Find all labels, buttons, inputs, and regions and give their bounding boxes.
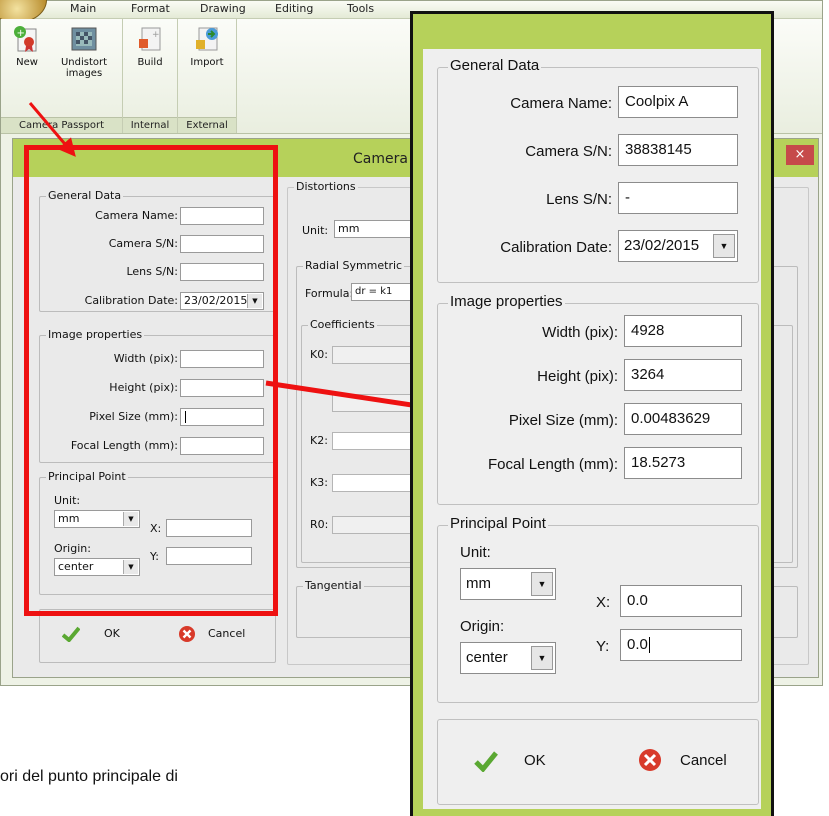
- chevron-down-icon[interactable]: ▼: [713, 234, 735, 258]
- zoom-pixel-size-label: Pixel Size (mm):: [508, 412, 618, 429]
- zoom-origin-select[interactable]: center ▼: [460, 642, 556, 674]
- zoom-general-data-title: General Data: [448, 57, 542, 74]
- zoom-y-value: 0.0: [627, 636, 648, 653]
- zoom-principal-point-title: Principal Point: [448, 515, 548, 532]
- zoomed-form: General Data Camera Name: Coolpix A Came…: [423, 49, 761, 809]
- zoomed-panel: General Data Camera Name: Coolpix A Came…: [410, 11, 774, 816]
- zoom-camera-name-input[interactable]: Coolpix A: [618, 86, 738, 118]
- zoom-lens-sn-label: Lens S/N:: [546, 191, 612, 208]
- zoom-principal-point-group: Principal Point Unit: mm ▼ X: 0.0 Origin:…: [437, 515, 759, 703]
- zoom-calibration-date-value: 23/02/2015: [624, 237, 700, 254]
- zoom-camera-sn-input[interactable]: 38838145: [618, 134, 738, 166]
- zoom-ok-button[interactable]: OK: [474, 744, 584, 778]
- zoom-lens-sn-input[interactable]: -: [618, 182, 738, 214]
- arrow-to-dialog: [28, 102, 76, 157]
- zoom-height-label: Height (pix):: [537, 368, 618, 385]
- zoom-cancel-button[interactable]: Cancel: [638, 744, 748, 778]
- zoom-unit-value: mm: [466, 575, 491, 592]
- zoom-x-input[interactable]: 0.0: [620, 585, 742, 617]
- zoom-image-properties-group: Image properties Width (pix): 4928 Heigh…: [437, 293, 759, 505]
- zoom-calibration-date-label: Calibration Date:: [500, 239, 612, 256]
- zoom-width-label: Width (pix):: [542, 324, 618, 341]
- zoom-buttons-group: OK Cancel: [437, 719, 759, 805]
- chevron-down-icon[interactable]: ▼: [531, 572, 553, 596]
- text-caret: [648, 637, 650, 654]
- zoom-unit-select[interactable]: mm ▼: [460, 568, 556, 600]
- zoom-x-label: X:: [596, 594, 611, 611]
- zoom-y-label: Y:: [596, 638, 610, 655]
- zoom-general-data-group: General Data Camera Name: Coolpix A Came…: [437, 57, 759, 283]
- zoom-image-properties-title: Image properties: [448, 293, 565, 310]
- zoom-unit-label: Unit:: [460, 544, 491, 561]
- zoom-height-input[interactable]: 3264: [624, 359, 742, 391]
- zoom-y-input[interactable]: 0.0: [620, 629, 742, 661]
- zoom-cancel-label: Cancel: [680, 752, 727, 769]
- zoom-camera-name-label: Camera Name:: [510, 95, 612, 112]
- chevron-down-icon[interactable]: ▼: [531, 646, 553, 670]
- zoom-calibration-date-picker[interactable]: 23/02/2015 ▼: [618, 230, 738, 262]
- zoom-origin-value: center: [466, 649, 508, 666]
- zoom-origin-label: Origin:: [460, 618, 505, 635]
- zoom-width-input[interactable]: 4928: [624, 315, 742, 347]
- check-icon: [474, 751, 498, 772]
- zoom-focal-length-input[interactable]: 18.5273: [624, 447, 742, 479]
- zoom-ok-label: OK: [524, 752, 546, 769]
- zoom-focal-length-label: Focal Length (mm):: [487, 456, 618, 473]
- cancel-icon: [639, 749, 661, 771]
- zoom-pixel-size-input[interactable]: 0.00483629: [624, 403, 742, 435]
- zoom-camera-sn-label: Camera S/N:: [525, 143, 612, 160]
- caption-text: ori del punto principale di: [0, 768, 178, 785]
